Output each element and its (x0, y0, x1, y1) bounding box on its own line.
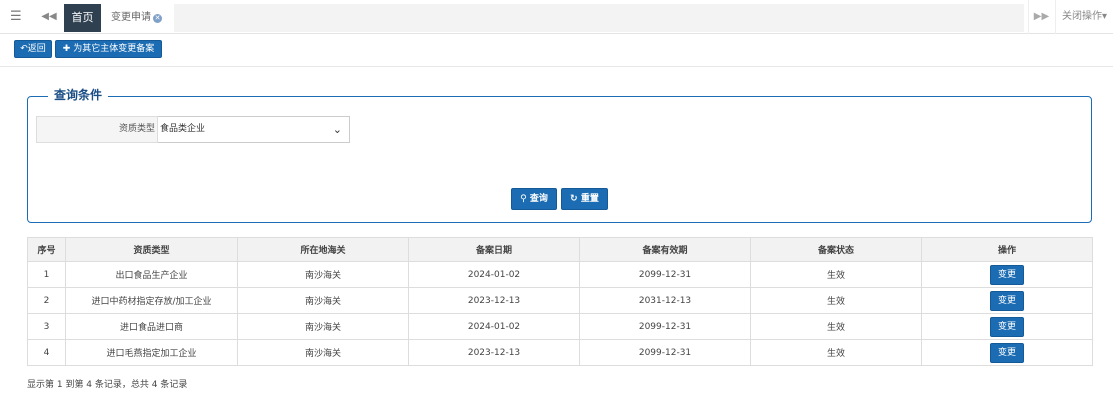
cell-action: 变更 (921, 339, 1093, 366)
cell-action: 变更 (921, 261, 1093, 288)
cell-date: 2023-12-13 (408, 287, 580, 314)
cell-valid: 2099-12-31 (579, 313, 751, 340)
back-button[interactable]: ↶返回 (14, 40, 52, 58)
search-button[interactable]: ⚲ 查询 (511, 188, 557, 210)
cell-action: 变更 (921, 313, 1093, 340)
change-button[interactable]: 变更 (990, 316, 1024, 337)
col-header-valid: 备案有效期 (579, 237, 751, 262)
table-row: 2 进口中药材指定存放/加工企业 南沙海关 2023-12-13 2031-12… (27, 287, 1093, 314)
cell-status: 生效 (750, 339, 922, 366)
cell-date: 2024-01-02 (408, 313, 580, 340)
qualification-type-value: 食品类企业 (160, 124, 206, 134)
search-button-label: 查询 (529, 194, 548, 204)
back-button-label: 返回 (27, 44, 46, 54)
change-button[interactable]: 变更 (990, 264, 1024, 285)
query-legend: 查询条件 (48, 86, 109, 104)
qualification-type-select[interactable]: 食品类企业 ⌄ (158, 116, 350, 143)
double-chevron-right-icon[interactable]: ▶▶ (1028, 0, 1054, 34)
cell-index: 3 (27, 313, 66, 340)
cell-status: 生效 (750, 261, 922, 288)
change-button[interactable]: 变更 (990, 290, 1024, 311)
cell-customs: 南沙海关 (237, 261, 409, 288)
table-row: 3 进口食品进口商 南沙海关 2024-01-02 2099-12-31 生效 … (27, 313, 1093, 340)
cell-action: 变更 (921, 287, 1093, 314)
refresh-icon: ↻ (570, 194, 581, 204)
cell-status: 生效 (750, 287, 922, 314)
pagination-summary: 显示第 1 到第 4 条记录，总共 4 条记录 (27, 380, 188, 390)
col-header-customs: 所在地海关 (237, 237, 409, 262)
cell-date: 2023-12-13 (408, 339, 580, 366)
search-icon: ⚲ (520, 194, 530, 204)
reset-button[interactable]: ↻ 重置 (561, 188, 608, 210)
cell-valid: 2099-12-31 (579, 339, 751, 366)
change-other-entity-label: 为其它主体变更备案 (73, 44, 155, 54)
cell-type: 进口毛燕指定加工企业 (65, 339, 238, 366)
cell-type: 进口食品进口商 (65, 313, 238, 340)
tab-home[interactable]: 首页 (64, 4, 101, 32)
cell-index: 2 (27, 287, 66, 314)
cell-customs: 南沙海关 (237, 313, 409, 340)
caret-down-icon: ▾ (1101, 11, 1108, 22)
cell-index: 4 (27, 339, 66, 366)
cell-status: 生效 (750, 313, 922, 340)
reply-icon: ↶ (20, 44, 28, 54)
chevron-down-icon: ⌄ (332, 123, 342, 136)
results-table: 序号 资质类型 所在地海关 备案日期 备案有效期 备案状态 操作 1 出口食品生… (27, 237, 1093, 366)
change-button[interactable]: 变更 (990, 342, 1024, 363)
toolbar-divider (0, 66, 1113, 67)
cell-customs: 南沙海关 (237, 287, 409, 314)
cell-type: 进口中药材指定存放/加工企业 (65, 287, 238, 314)
table-row: 4 进口毛燕指定加工企业 南沙海关 2023-12-13 2099-12-31 … (27, 339, 1093, 366)
table-header-row: 序号 资质类型 所在地海关 备案日期 备案有效期 备案状态 操作 (27, 237, 1093, 262)
table-row: 1 出口食品生产企业 南沙海关 2024-01-02 2099-12-31 生效… (27, 261, 1093, 288)
reset-button-label: 重置 (580, 194, 599, 204)
cell-index: 1 (27, 261, 66, 288)
bars-icon[interactable]: ☰ (10, 9, 24, 25)
close-operations-menu[interactable]: 关闭操作▾ (1055, 0, 1113, 34)
qualification-type-label: 资质类型 (36, 116, 158, 143)
col-header-action: 操作 (921, 237, 1093, 262)
double-chevron-left-icon[interactable]: ◀◀ (36, 0, 62, 34)
col-header-type: 资质类型 (65, 237, 238, 262)
cell-type: 出口食品生产企业 (65, 261, 238, 288)
cell-valid: 2031-12-13 (579, 287, 751, 314)
tab-change-application[interactable]: 变更申请 ✕ (103, 4, 172, 32)
cell-valid: 2099-12-31 (579, 261, 751, 288)
cell-date: 2024-01-02 (408, 261, 580, 288)
close-icon[interactable]: ✕ (153, 14, 162, 23)
col-header-index: 序号 (27, 237, 66, 262)
close-ops-label: 关闭操作 (1061, 11, 1102, 22)
tab-track (174, 4, 1024, 32)
plus-icon: ✚ (62, 44, 74, 54)
change-other-entity-button[interactable]: ✚ 为其它主体变更备案 (55, 40, 162, 58)
tab-bar: ☰ ◀◀ 首页 变更申请 ✕ ▶▶ 关闭操作▾ (0, 0, 1113, 34)
tab-label: 变更申请 (111, 12, 151, 23)
col-header-status: 备案状态 (750, 237, 922, 262)
cell-customs: 南沙海关 (237, 339, 409, 366)
col-header-date: 备案日期 (408, 237, 580, 262)
